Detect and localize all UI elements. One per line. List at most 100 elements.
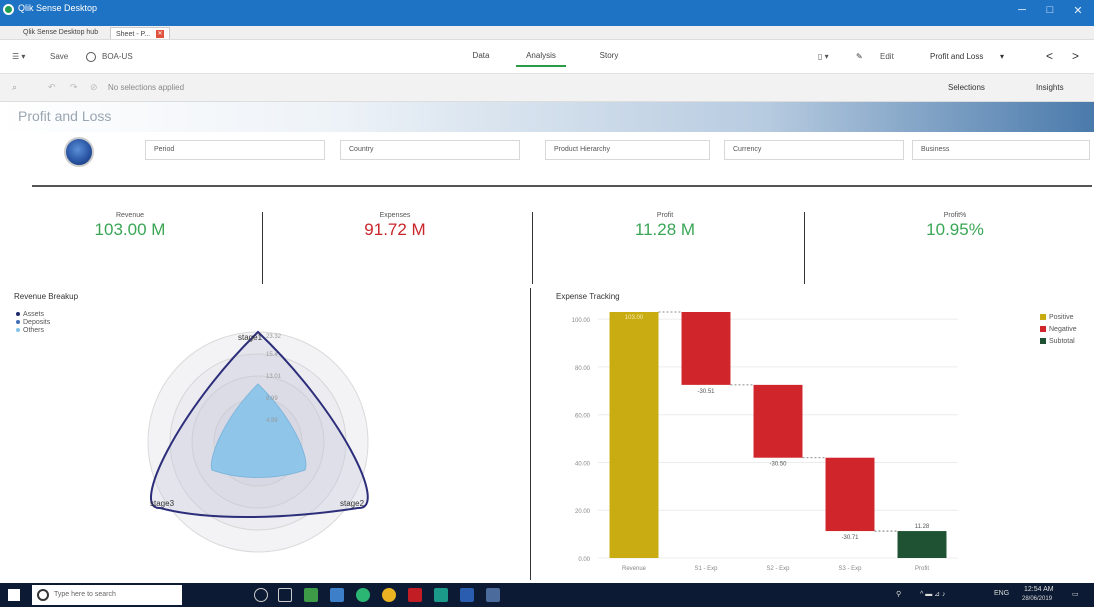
minimize-button[interactable]: ─ [1012, 4, 1032, 16]
clock-time[interactable]: 12:54 AM [1024, 586, 1054, 593]
language-indicator[interactable]: ENG [994, 590, 1009, 597]
data-label: 11.28 [915, 524, 930, 530]
data-label: -30.71 [841, 535, 859, 541]
kpi-revenue-value: 103.00 M [94, 220, 166, 239]
selections-button[interactable]: Selections [948, 83, 985, 92]
x-tick-label: S3 - Exp [838, 566, 862, 572]
kpi-expenses-label: Expenses [379, 212, 411, 219]
radar-chart[interactable]: stage1 stage2 stage3 4.99 9.99 13.01 15.… [130, 320, 400, 582]
maximize-button[interactable]: □ [1040, 4, 1060, 16]
microphone-icon[interactable] [254, 588, 268, 602]
filter-period[interactable]: Period [145, 140, 325, 160]
globe-icon [86, 52, 96, 62]
filter-business[interactable]: Business [912, 140, 1090, 160]
edit-button[interactable]: Edit [880, 52, 894, 61]
y-tick-label: 20.00 [575, 509, 591, 515]
window-title: Qlik Sense Desktop [18, 3, 98, 13]
radar-axis-stage3: stage3 [150, 499, 175, 508]
spotify-icon[interactable] [356, 588, 370, 602]
company-logo [64, 137, 94, 167]
tab-sheet-label: Sheet - P... [116, 30, 153, 38]
people-icon[interactable]: ⚲ [896, 590, 901, 598]
insights-button[interactable]: Insights [1036, 83, 1064, 92]
close-button[interactable]: ✕ [1068, 4, 1088, 17]
waterfall-bar[interactable] [609, 312, 659, 558]
tab-sheet[interactable]: Sheet - P... ✕ [110, 27, 171, 39]
cortana-icon [37, 589, 49, 601]
x-tick-label: Profit [915, 566, 929, 572]
next-sheet-button[interactable]: > [1072, 49, 1079, 63]
legend-dot [16, 328, 20, 333]
waterfall-bar[interactable] [897, 531, 947, 558]
bookmark-button[interactable]: ▯ ▾ [818, 52, 829, 61]
radar-axis-stage1: stage1 [238, 333, 263, 342]
legend-deposits[interactable]: Deposits [16, 319, 50, 326]
waterfall-bar[interactable] [681, 312, 731, 385]
qlik-taskbar-icon[interactable] [434, 588, 448, 602]
taskbar-search[interactable]: Type here to search [32, 585, 182, 605]
waterfall-chart[interactable]: 0.00 20.00 40.00 60.00 80.00 100.00 103.00 Reve… [548, 300, 988, 578]
tray-icons[interactable]: ^ ▬ ⊿ ♪ [920, 590, 945, 598]
legend-negative[interactable]: Negative [1040, 326, 1077, 333]
radar-ring-label: 9.99 [266, 396, 278, 402]
selection-bar: ⌕ ↶ ↷ ⊘ No selections applied Selections… [0, 74, 1094, 102]
y-tick-label: 100.00 [572, 318, 591, 324]
tab-data[interactable]: Data [456, 51, 506, 60]
tab-close-icon[interactable]: ✕ [156, 30, 165, 38]
x-tick-label: S1 - Exp [694, 566, 718, 572]
save-button[interactable]: Save [50, 52, 68, 61]
sheet-selector[interactable]: Profit and Loss [930, 52, 983, 61]
global-menu-button[interactable]: ☰ ▾ [12, 52, 25, 61]
window-titlebar: Qlik Sense Desktop ─ □ ✕ [0, 0, 1094, 26]
legend-positive-label: Positive [1049, 314, 1074, 321]
windows-start-icon[interactable] [8, 589, 20, 601]
radar-axis-stage2: stage2 [340, 499, 365, 508]
x-tick-label: Revenue [622, 566, 647, 572]
legend-others-label: Others [23, 327, 45, 334]
browser-tabbar: Qlik Sense Desktop hub Sheet - P... ✕ [0, 26, 1094, 40]
excel-icon[interactable] [304, 588, 318, 602]
waterfall-bar[interactable] [825, 457, 875, 532]
legend-assets[interactable]: Assets [16, 311, 44, 318]
sheet-header: Profit and Loss [0, 102, 1094, 132]
filter-country[interactable]: Country [340, 140, 520, 160]
kpi-profit-pct-value: 10.95% [926, 220, 984, 239]
clear-selections-icon[interactable]: ⊘ [90, 82, 98, 93]
kpi-separator [532, 212, 533, 284]
chrome-icon[interactable] [382, 588, 396, 602]
sheet-title: Profit and Loss [18, 108, 112, 124]
tab-story[interactable]: Story [584, 51, 634, 60]
legend-subtotal[interactable]: Subtotal [1040, 338, 1075, 345]
action-center-icon[interactable]: ▭ [1072, 590, 1079, 598]
x-tick-label: S2 - Exp [766, 566, 790, 572]
previous-sheet-button[interactable]: < [1046, 49, 1053, 63]
tab-hub[interactable]: Qlik Sense Desktop hub [18, 27, 103, 39]
data-label: -30.50 [769, 462, 787, 468]
step-back-icon[interactable]: ↶ [48, 82, 56, 93]
app-red-icon[interactable] [408, 588, 422, 602]
app-name: BOA-US [102, 52, 133, 61]
smart-search-icon[interactable]: ⌕ [12, 82, 17, 93]
task-view-icon[interactable] [278, 588, 292, 602]
radar-ring-label: 13.01 [266, 374, 282, 380]
step-forward-icon[interactable]: ↷ [70, 82, 78, 93]
word-icon[interactable] [460, 588, 474, 602]
kpi-separator [262, 212, 263, 284]
radar-ring-label: 23.32 [266, 334, 282, 340]
kpi-separator [804, 212, 805, 284]
file-explorer-icon[interactable] [330, 588, 344, 602]
kpi-profit-value: 11.28 M [634, 220, 696, 239]
legend-swatch [1040, 314, 1046, 321]
pencil-icon[interactable]: ✎ [856, 52, 863, 61]
waterfall-bar[interactable] [753, 384, 803, 458]
legend-others[interactable]: Others [16, 327, 44, 334]
sheet-dropdown-icon[interactable]: ▾ [1000, 52, 1004, 61]
tab-analysis[interactable]: Analysis [516, 51, 566, 67]
filter-product-hierarchy[interactable]: Product Hierarchy [545, 140, 710, 160]
clock-date[interactable]: 28/06/2019 [1022, 596, 1052, 602]
network-tool-icon[interactable] [486, 588, 500, 602]
revenue-breakup-title: Revenue Breakup [14, 292, 79, 301]
filter-currency[interactable]: Currency [724, 140, 904, 160]
legend-dot [16, 320, 20, 325]
legend-positive[interactable]: Positive [1040, 314, 1074, 321]
